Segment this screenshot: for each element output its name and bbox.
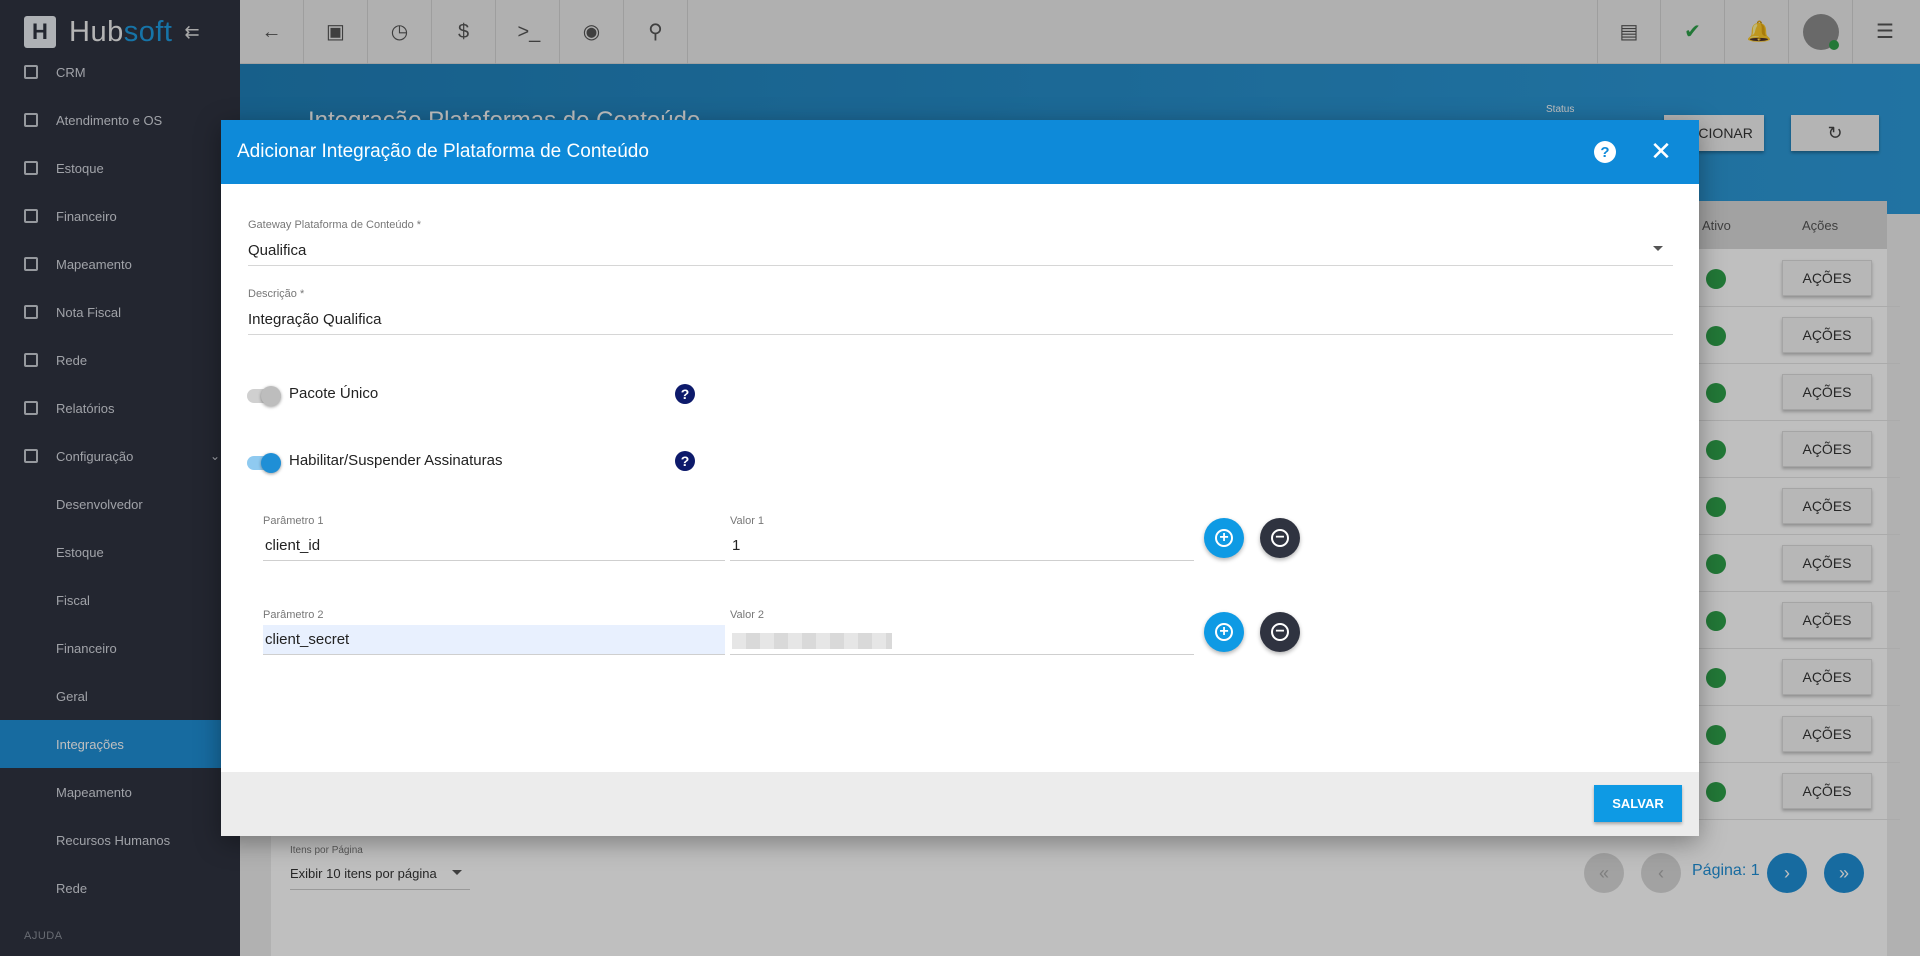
param-2-label: Parâmetro 2: [263, 609, 324, 621]
toggle-knob: [261, 386, 281, 406]
modal-title: Adicionar Integração de Plataforma de Co…: [237, 141, 649, 162]
masked-secret: [732, 633, 892, 649]
value-2-input[interactable]: [730, 625, 1194, 655]
value-1-label: Valor 1: [730, 515, 765, 527]
gateway-value: Qualifica: [248, 242, 307, 259]
modal-header: Adicionar Integração de Plataforma de Co…: [221, 120, 1699, 184]
param-2-value: client_secret: [265, 631, 350, 648]
modal-footer: [221, 772, 1699, 836]
add-param-button[interactable]: +: [1204, 612, 1244, 652]
toggle-knob: [261, 453, 281, 473]
value-1-input[interactable]: 1: [730, 531, 1194, 561]
remove-param-button[interactable]: −: [1260, 518, 1300, 558]
habilitar-assinaturas-toggle[interactable]: [247, 453, 281, 473]
save-button[interactable]: SALVAR: [1594, 785, 1682, 822]
add-integration-modal: Adicionar Integração de Plataforma de Co…: [221, 120, 1699, 836]
param-2-input[interactable]: client_secret: [263, 625, 725, 655]
param-1-label: Parâmetro 1: [263, 515, 324, 527]
help-circle-icon[interactable]: ?: [1594, 141, 1616, 163]
param-1-input[interactable]: client_id: [263, 531, 725, 561]
minus-circle-icon: −: [1271, 529, 1289, 547]
gateway-label: Gateway Plataforma de Conteúdo *: [248, 219, 422, 231]
chevron-down-icon: [1653, 246, 1663, 251]
add-param-button[interactable]: +: [1204, 518, 1244, 558]
pacote-unico-toggle[interactable]: [247, 386, 281, 406]
plus-circle-icon: +: [1215, 623, 1233, 641]
help-icon[interactable]: ?: [675, 451, 695, 471]
close-icon[interactable]: ✕: [1647, 136, 1675, 166]
param-1-value: client_id: [265, 537, 321, 554]
descricao-value: Integração Qualifica: [248, 311, 382, 328]
descricao-input[interactable]: Integração Qualifica: [248, 311, 1673, 335]
help-icon[interactable]: ?: [675, 384, 695, 404]
minus-circle-icon: −: [1271, 623, 1289, 641]
gateway-select[interactable]: Qualifica: [248, 242, 1673, 266]
value-1-value: 1: [732, 537, 741, 554]
value-2-label: Valor 2: [730, 609, 765, 621]
remove-param-button[interactable]: −: [1260, 612, 1300, 652]
descricao-label: Descrição *: [248, 288, 305, 300]
habilitar-assinaturas-label: Habilitar/Suspender Assinaturas: [289, 452, 503, 469]
pacote-unico-label: Pacote Único: [289, 385, 379, 402]
plus-circle-icon: +: [1215, 529, 1233, 547]
